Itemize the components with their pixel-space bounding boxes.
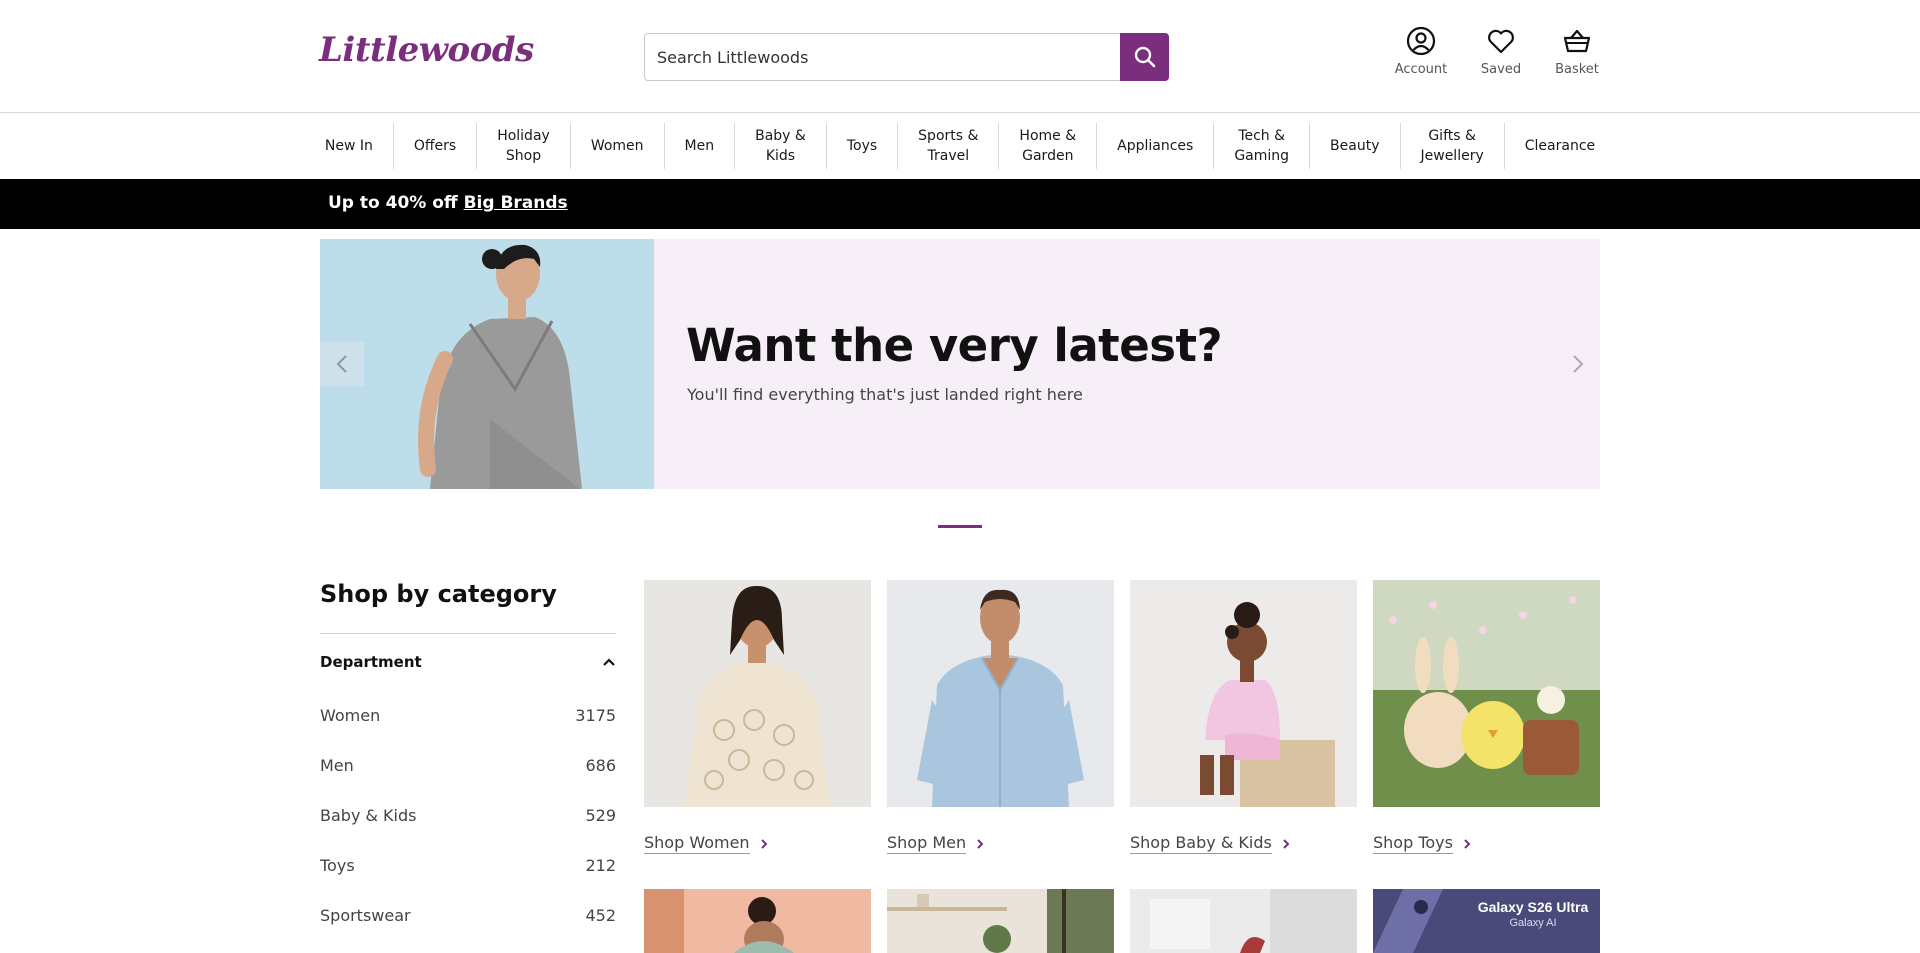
department-item-count: 452 <box>585 905 616 925</box>
chevron-right-icon <box>760 838 767 849</box>
account-label: Account <box>1394 62 1448 77</box>
nav-item-sports-travel[interactable]: Sports & Travel <box>898 123 1000 169</box>
category-card-appliances[interactable] <box>1130 889 1357 953</box>
basket-link[interactable]: Basket <box>1537 26 1617 77</box>
nav-item-men[interactable]: Men <box>665 123 736 169</box>
galaxy-promo-subtitle: Galaxy AI <box>1509 917 1557 929</box>
nav-item-baby-kids[interactable]: Baby & Kids <box>735 123 827 169</box>
nav-item-clearance[interactable]: Clearance <box>1505 123 1615 169</box>
chevron-left-icon <box>336 355 347 373</box>
category-sidebar: Shop by category Department Women 3175 Me… <box>320 580 616 940</box>
shop-by-category-title: Shop by category <box>320 580 557 608</box>
promo-banner: Up to 40% off Big Brands <box>0 179 1920 229</box>
site-header: Littlewoods Account Saved Basket <box>0 0 1920 113</box>
department-item-baby-kids[interactable]: Baby & Kids 529 <box>320 790 616 840</box>
department-item-count: 3175 <box>575 705 616 725</box>
category-card-men[interactable] <box>887 580 1114 807</box>
main-navigation: New In Offers Holiday Shop Women Men Bab… <box>0 114 1920 178</box>
chevron-up-icon <box>603 658 615 666</box>
chevron-right-icon <box>977 838 984 849</box>
heart-icon <box>1488 29 1514 54</box>
department-item-count: 686 <box>585 755 616 775</box>
department-item-label: Men <box>320 755 354 775</box>
nav-item-women[interactable]: Women <box>571 123 665 169</box>
category-card-toys[interactable] <box>1373 580 1600 807</box>
basket-label: Basket <box>1555 62 1599 77</box>
department-toggle[interactable]: Department <box>320 634 616 690</box>
department-item-count: 212 <box>585 855 616 875</box>
department-item-label: Sportswear <box>320 905 411 925</box>
hero-title: Want the very latest? <box>686 319 1223 372</box>
littlewoods-logo[interactable]: Littlewoods <box>319 30 534 70</box>
shop-women-label: Shop Women <box>644 833 750 854</box>
nav-item-toys[interactable]: Toys <box>827 123 899 169</box>
department-item-label: Toys <box>320 855 355 875</box>
category-card-tech[interactable]: Galaxy S26 Ultra Galaxy AI <box>1373 889 1600 953</box>
department-item-label: Women <box>320 705 381 725</box>
category-card-baby-kids[interactable] <box>1130 580 1357 807</box>
nav-item-tech-gaming[interactable]: Tech & Gaming <box>1214 123 1311 169</box>
category-image-women <box>644 580 871 807</box>
nav-item-home-garden[interactable]: Home & Garden <box>999 123 1098 169</box>
nav-item-beauty[interactable]: Beauty <box>1310 123 1401 169</box>
carousel-indicator[interactable] <box>938 525 982 528</box>
department-item-label: Baby & Kids <box>320 805 417 825</box>
search-bar <box>644 33 1169 81</box>
shop-men-link[interactable]: Shop Men <box>887 833 984 854</box>
shop-baby-kids-link[interactable]: Shop Baby & Kids <box>1130 833 1290 854</box>
saved-label: Saved <box>1480 62 1522 77</box>
basket-icon <box>1563 29 1591 53</box>
carousel-prev-button[interactable] <box>320 342 364 386</box>
department-item-sportswear[interactable]: Sportswear 452 <box>320 890 616 940</box>
chevron-right-icon <box>1464 838 1471 849</box>
category-card-home[interactable] <box>887 889 1114 953</box>
department-item-women[interactable]: Women 3175 <box>320 690 616 740</box>
department-item-count: 529 <box>585 805 616 825</box>
account-link[interactable]: Account <box>1381 26 1461 77</box>
shop-men-label: Shop Men <box>887 833 967 854</box>
department-item-men[interactable]: Men 686 <box>320 740 616 790</box>
nav-item-gifts-jewellery[interactable]: Gifts & Jewellery <box>1401 123 1505 169</box>
chevron-right-icon <box>1283 838 1290 849</box>
nav-item-holiday-shop[interactable]: Holiday Shop <box>477 123 571 169</box>
carousel-next-button[interactable] <box>1556 342 1600 386</box>
shop-baby-kids-label: Shop Baby & Kids <box>1130 833 1272 854</box>
promo-link-big-brands[interactable]: Big Brands <box>464 193 568 213</box>
hero-model-image <box>320 239 654 489</box>
department-label: Department <box>320 653 422 671</box>
category-image-men <box>887 580 1114 807</box>
category-image-toys <box>1373 580 1600 807</box>
search-button[interactable] <box>1120 33 1169 81</box>
saved-link[interactable]: Saved <box>1461 26 1541 77</box>
category-image-baby-kids <box>1130 580 1357 807</box>
shop-toys-link[interactable]: Shop Toys <box>1373 833 1471 854</box>
department-item-toys[interactable]: Toys 212 <box>320 840 616 890</box>
chevron-right-icon <box>1573 355 1584 373</box>
nav-item-offers[interactable]: Offers <box>394 123 478 169</box>
account-icon <box>1406 26 1436 56</box>
category-card-sportswear[interactable] <box>644 889 871 953</box>
shop-toys-label: Shop Toys <box>1373 833 1453 854</box>
shop-women-link[interactable]: Shop Women <box>644 833 768 854</box>
hero-carousel[interactable]: Want the very latest? You'll find everyt… <box>320 239 1600 489</box>
category-card-women[interactable] <box>644 580 871 807</box>
galaxy-promo-title: Galaxy S26 Ultra <box>1477 899 1589 915</box>
nav-item-appliances[interactable]: Appliances <box>1097 123 1215 169</box>
promo-prefix: Up to 40% off <box>328 193 464 213</box>
promo-text: Up to 40% off Big Brands <box>328 193 568 213</box>
search-icon <box>1134 46 1155 68</box>
nav-item-new-in[interactable]: New In <box>305 123 394 169</box>
hero-subtitle: You'll find everything that's just lande… <box>687 385 1083 404</box>
search-input[interactable] <box>657 47 1117 67</box>
